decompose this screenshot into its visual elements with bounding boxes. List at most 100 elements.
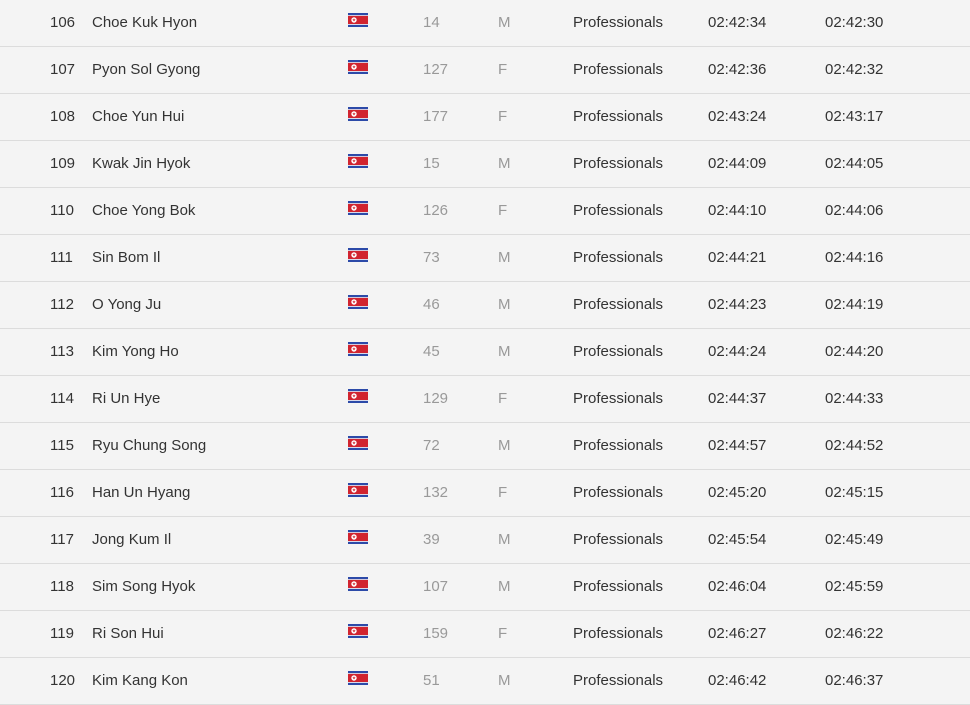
bib-number-cell: 126 [423,202,449,219]
runner-name-cell[interactable]: Ri Son Hui [92,611,164,657]
gender-cell: M [498,672,511,689]
runner-name-cell[interactable]: Ri Un Hye [92,376,160,422]
chip-time-cell: 02:43:17 [825,108,884,125]
north-korea-flag-icon [348,671,368,685]
gun-time-cell: 02:45:20 [708,484,767,501]
runner-name-cell[interactable]: Han Un Hyang [92,470,190,516]
place-cell: 119 [50,625,74,642]
gun-time-cell: 02:46:04 [708,578,767,595]
runner-name-cell[interactable]: Kim Yong Ho [92,329,179,375]
runner-name-cell[interactable]: O Yong Ju [92,282,161,328]
table-row[interactable]: 112 O Yong Ju 46 M Professionals 02:44:2… [0,282,970,329]
gun-time-cell: 02:43:24 [708,108,767,125]
table-row[interactable]: 107 Pyon Sol Gyong 127 F Professionals 0… [0,47,970,94]
gender-cell: F [498,390,508,407]
north-korea-flag-icon [348,577,368,591]
runner-name-cell[interactable]: Choe Yun Hui [92,94,184,140]
category-cell: Professionals [573,343,664,360]
gender-cell: M [498,249,511,266]
gun-time-cell: 02:44:24 [708,343,767,360]
chip-time-cell: 02:45:59 [825,578,884,595]
category-cell: Professionals [573,61,664,78]
gun-time-cell: 02:44:10 [708,202,767,219]
gun-time-cell: 02:44:21 [708,249,767,266]
gender-cell: F [498,484,508,501]
runner-name-cell[interactable]: Kwak Jin Hyok [92,141,190,187]
table-row[interactable]: 118 Sim Song Hyok 107 M Professionals 02… [0,564,970,611]
table-row[interactable]: 106 Choe Kuk Hyon 14 M Professionals 02:… [0,0,970,47]
bib-number-cell: 129 [423,390,449,407]
place-cell: 108 [50,108,76,125]
runner-name-cell[interactable]: Jong Kum Il [92,517,171,563]
place-cell: 117 [50,531,74,548]
gender-cell: F [498,108,508,125]
place-cell: 107 [50,61,76,78]
runner-name-cell[interactable]: Sim Song Hyok [92,564,195,610]
category-cell: Professionals [573,202,664,219]
table-row[interactable]: 116 Han Un Hyang 132 F Professionals 02:… [0,470,970,517]
place-cell: 114 [50,390,74,407]
gun-time-cell: 02:46:42 [708,672,767,689]
category-cell: Professionals [573,578,664,595]
gender-cell: M [498,437,511,454]
table-row[interactable]: 109 Kwak Jin Hyok 15 M Professionals 02:… [0,141,970,188]
gender-cell: M [498,531,511,548]
runner-name-cell[interactable]: Choe Kuk Hyon [92,0,197,46]
category-cell: Professionals [573,672,664,689]
north-korea-flag-icon [348,295,368,309]
gun-time-cell: 02:44:09 [708,155,767,172]
gender-cell: M [498,578,511,595]
category-cell: Professionals [573,390,664,407]
gender-cell: M [498,343,511,360]
bib-number-cell: 46 [423,296,440,313]
place-cell: 115 [50,437,74,454]
table-row[interactable]: 114 Ri Un Hye 129 F Professionals 02:44:… [0,376,970,423]
table-row[interactable]: 110 Choe Yong Bok 126 F Professionals 02… [0,188,970,235]
bib-number-cell: 15 [423,155,440,172]
north-korea-flag-icon [348,624,368,638]
category-cell: Professionals [573,437,664,454]
north-korea-flag-icon [348,436,368,450]
runner-name-cell[interactable]: Kim Kang Kon [92,658,188,704]
gender-cell: F [498,61,508,78]
table-row[interactable]: 120 Kim Kang Kon 51 M Professionals 02:4… [0,658,970,705]
bib-number-cell: 72 [423,437,440,454]
table-row[interactable]: 119 Ri Son Hui 159 F Professionals 02:46… [0,611,970,658]
chip-time-cell: 02:44:52 [825,437,884,454]
north-korea-flag-icon [348,201,368,215]
runner-name-cell[interactable]: Pyon Sol Gyong [92,47,200,93]
bib-number-cell: 127 [423,61,449,78]
runner-name-cell[interactable]: Choe Yong Bok [92,188,195,234]
place-cell: 109 [50,155,76,172]
chip-time-cell: 02:42:32 [825,61,884,78]
chip-time-cell: 02:44:16 [825,249,884,266]
results-table: 106 Choe Kuk Hyon 14 M Professionals 02:… [0,0,970,705]
gun-time-cell: 02:44:23 [708,296,767,313]
gun-time-cell: 02:44:37 [708,390,767,407]
bib-number-cell: 177 [423,108,449,125]
table-row[interactable]: 113 Kim Yong Ho 45 M Professionals 02:44… [0,329,970,376]
bib-number-cell: 159 [423,625,449,642]
category-cell: Professionals [573,14,664,31]
category-cell: Professionals [573,484,664,501]
gun-time-cell: 02:45:54 [708,531,767,548]
bib-number-cell: 107 [423,578,449,595]
place-cell: 106 [50,14,76,31]
category-cell: Professionals [573,155,664,172]
table-row[interactable]: 117 Jong Kum Il 39 M Professionals 02:45… [0,517,970,564]
table-row[interactable]: 108 Choe Yun Hui 177 F Professionals 02:… [0,94,970,141]
table-row[interactable]: 115 Ryu Chung Song 72 M Professionals 02… [0,423,970,470]
gun-time-cell: 02:42:34 [708,14,767,31]
chip-time-cell: 02:44:06 [825,202,884,219]
runner-name-cell[interactable]: Ryu Chung Song [92,423,206,469]
chip-time-cell: 02:44:20 [825,343,884,360]
category-cell: Professionals [573,249,664,266]
north-korea-flag-icon [348,248,368,262]
table-row[interactable]: 111 Sin Bom Il 73 M Professionals 02:44:… [0,235,970,282]
gun-time-cell: 02:46:27 [708,625,767,642]
bib-number-cell: 132 [423,484,449,501]
place-cell: 116 [50,484,74,501]
runner-name-cell[interactable]: Sin Bom Il [92,235,160,281]
gender-cell: M [498,14,511,31]
bib-number-cell: 51 [423,672,440,689]
